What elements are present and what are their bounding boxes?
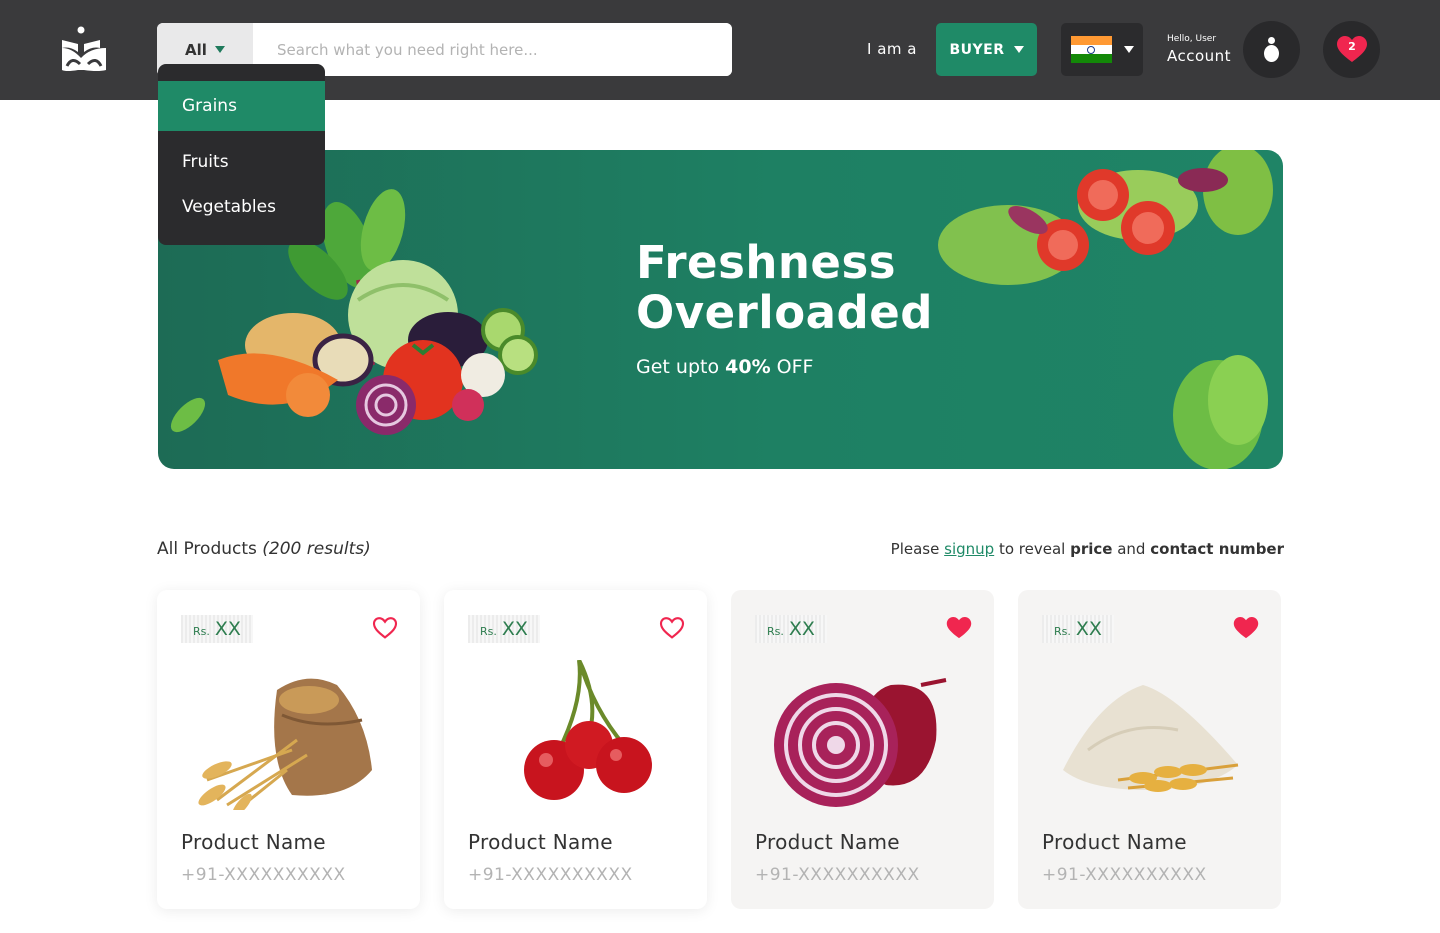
signup-note-contact: contact number [1150,540,1284,558]
price-currency: Rs. [480,625,497,638]
chevron-down-icon [1013,46,1024,53]
flour-image [1063,685,1239,792]
red-onion-image [774,678,947,807]
product-card[interactable]: Rs. XX Product Name +91-XXXXXXXXXX [444,590,707,909]
dropdown-item-fruits[interactable]: Fruits [158,139,325,184]
price-tag: Rs. XX [755,615,827,643]
banner-title-line2: Overloaded [636,286,933,339]
category-dropdown-menu: Grains Fruits Vegetables [158,64,325,245]
product-phone: +91-XXXXXXXXXX [1042,865,1207,885]
account-greeting: Hello, User [1167,34,1217,44]
country-select[interactable] [1061,23,1143,76]
heart-filled-icon[interactable] [1233,617,1259,639]
wheat-sack-image [198,678,372,810]
product-phone: +91-XXXXXXXXXX [181,865,346,885]
dropdown-item-vegetables[interactable]: Vegetables [158,184,325,229]
chevron-down-icon [214,46,225,53]
price-currency: Rs. [1054,625,1071,638]
account-text[interactable]: Hello, User Account [1167,35,1231,64]
wishlist-count-badge: 2 [1348,40,1356,53]
cherries-image [524,660,652,800]
category-select-label: All [185,40,207,59]
user-icon [1268,37,1275,44]
price-tag: Rs. XX [468,615,540,643]
product-name[interactable]: Product Name [1042,830,1187,854]
banner-title: Freshness Overloaded [636,238,933,338]
product-name[interactable]: Product Name [181,830,326,854]
signup-link[interactable]: signup [944,540,994,558]
india-flag-icon [1070,35,1112,64]
account-button[interactable] [1243,21,1300,78]
banner-title-line1: Freshness [636,236,897,289]
product-card[interactable]: Rs. XX Product Name +91-XXXXXXXXXX [1018,590,1281,909]
price-value: XX [214,618,241,640]
product-phone: +91-XXXXXXXXXX [755,865,920,885]
logo-icon[interactable] [58,26,110,74]
banner-subtitle: Get upto 40% OFF [636,356,813,378]
wishlist-button[interactable]: 2 [1323,21,1380,78]
signup-note-prefix: Please [890,540,940,558]
account-label: Account [1167,47,1232,65]
price-tag: Rs. XX [1042,615,1114,643]
role-prompt: I am a [867,40,917,58]
heart-filled-icon[interactable] [946,617,972,639]
results-heading: All Products (200 results) [157,539,371,559]
promo-banner[interactable]: Freshness Overloaded Get upto 40% OFF [158,150,1283,469]
signup-note-price: price [1070,540,1113,558]
chevron-down-icon [1123,46,1134,53]
product-name[interactable]: Product Name [468,830,613,854]
banner-sub-prefix: Get upto [636,356,720,378]
price-value: XX [788,618,815,640]
heart-outline-icon[interactable] [372,617,398,639]
results-count: (200 results) [262,539,371,559]
product-card[interactable]: Rs. XX Product Name +91-XXXXXXXXXX [157,590,420,909]
dropdown-item-grains[interactable]: Grains [158,81,325,131]
search-input[interactable] [253,23,732,76]
price-currency: Rs. [767,625,784,638]
signup-note-and: and [1117,540,1146,558]
role-select-button[interactable]: BUYER [936,23,1037,76]
role-select-label: BUYER [949,41,1005,58]
signup-note-middle: to reveal [998,540,1066,558]
results-label: All Products [157,539,257,559]
price-tag: Rs. XX [181,615,253,643]
heart-outline-icon[interactable] [659,617,685,639]
banner-discount: 40% [725,356,771,378]
price-currency: Rs. [193,625,210,638]
price-value: XX [1075,618,1102,640]
banner-sub-suffix: OFF [776,356,814,378]
price-value: XX [501,618,528,640]
product-name[interactable]: Product Name [755,830,900,854]
product-card[interactable]: Rs. XX Product Name +91-XXXXXXXXXX [731,590,994,909]
product-phone: +91-XXXXXXXXXX [468,865,633,885]
signup-note: Please signup to reveal price and contac… [891,540,1284,558]
